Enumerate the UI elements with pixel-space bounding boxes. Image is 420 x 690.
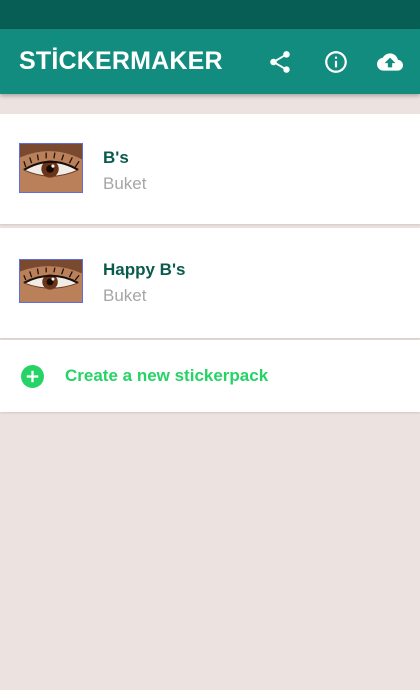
pack-author: Buket <box>103 174 147 193</box>
cloud-upload-icon[interactable] <box>377 49 403 75</box>
pack-name: Happy B's <box>103 260 186 279</box>
create-stickerpack-label: Create a new stickerpack <box>65 366 269 385</box>
app-bar: STİCKERMAKER <box>0 29 420 94</box>
pack-thumbnail <box>19 143 83 193</box>
plus-circle-icon <box>21 365 44 388</box>
pack-thumbnail <box>19 259 83 303</box>
share-icon[interactable] <box>267 49 293 75</box>
pack-author: Buket <box>103 286 147 305</box>
create-stickerpack-button[interactable]: Create a new stickerpack <box>0 340 420 412</box>
sticker-pack-row[interactable]: Happy B's Buket <box>0 228 420 338</box>
pack-name: B's <box>103 148 129 167</box>
status-bar <box>0 0 420 29</box>
app-title: STİCKERMAKER <box>19 47 223 75</box>
info-icon[interactable] <box>323 49 349 75</box>
sticker-pack-row[interactable]: B's Buket <box>0 114 420 224</box>
